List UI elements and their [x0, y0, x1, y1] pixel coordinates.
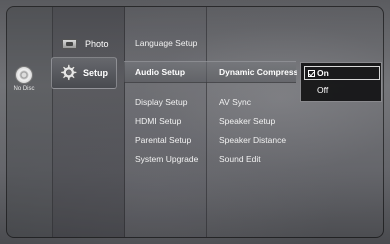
main-menu-item-photo[interactable]: Photo: [51, 33, 117, 55]
popup-option-label: Off: [317, 85, 329, 95]
main-menu-item-setup[interactable]: Setup: [51, 57, 117, 89]
submenu-item-language-setup[interactable]: Language Setup: [135, 38, 197, 48]
option-av-sync[interactable]: AV Sync: [219, 97, 251, 107]
popup-option-off[interactable]: Off: [304, 83, 380, 97]
option-speaker-distance[interactable]: Speaker Distance: [219, 135, 286, 145]
disc-column: [7, 7, 53, 237]
disc-status-label: No Disc: [13, 86, 35, 92]
photo-icon: [62, 39, 77, 49]
submenu-item-display-setup[interactable]: Display Setup: [135, 97, 187, 107]
checkbox-checked-icon: [308, 69, 315, 77]
submenu-item-system-upgrade[interactable]: System Upgrade: [135, 154, 198, 164]
main-menu-item-label: Photo: [85, 39, 109, 49]
setup-screen: No Disc Photo Setup Language Setup Audio…: [0, 0, 390, 244]
disc-icon: [15, 66, 33, 84]
gear-icon: [58, 63, 78, 83]
option-speaker-setup[interactable]: Speaker Setup: [219, 116, 275, 126]
option-sound-edit[interactable]: Sound Edit: [219, 154, 261, 164]
option-dynamic-compression[interactable]: Dynamic Compression: [219, 67, 297, 77]
submenu-item-audio-setup[interactable]: Audio Setup: [135, 67, 185, 77]
submenu-item-hdmi-setup[interactable]: HDMI Setup: [135, 116, 181, 126]
popup-option-on[interactable]: On: [304, 66, 380, 80]
submenu-item-parental-setup[interactable]: Parental Setup: [135, 135, 191, 145]
compression-popup: On Off: [300, 62, 382, 102]
popup-option-label: On: [317, 68, 329, 78]
main-menu-item-label: Setup: [83, 68, 109, 78]
